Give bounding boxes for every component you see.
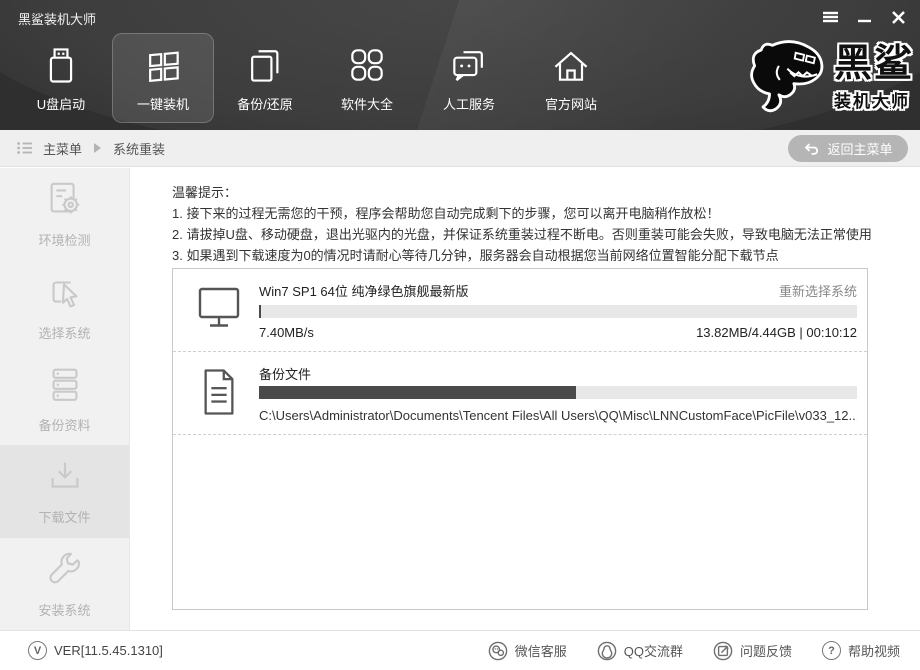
tips-title: 温馨提示： bbox=[172, 182, 872, 203]
system-download-section: Win7 SP1 64位 纯净绿色旗舰最新版 重新选择系统 7.40MB/s 1… bbox=[173, 269, 867, 351]
nav-label: 一键装机 bbox=[137, 94, 189, 113]
sidebar-step-download-files: 下载文件 bbox=[0, 445, 129, 537]
nav-label: 官方网站 bbox=[545, 94, 597, 113]
app-header: 黑鲨装机大师 U盘启动 bbox=[0, 0, 920, 130]
version-info: V VER[11.5.45.1310] bbox=[28, 641, 163, 660]
download-icon bbox=[44, 456, 86, 498]
monitor-icon bbox=[195, 284, 243, 332]
tip-line-1: 1. 接下来的过程无需您的干预，程序会帮助您自动完成剩下的步骤，您可以离开电脑稍… bbox=[172, 203, 872, 224]
download-size-time: 13.82MB/4.44GB | 00:10:12 bbox=[696, 325, 857, 340]
brand-logo-text: 黑鲨 装机大师 bbox=[834, 45, 914, 112]
nav-item-official-website[interactable]: 官方网站 bbox=[520, 33, 622, 123]
version-icon: V bbox=[28, 641, 47, 660]
nav-label: 软件大全 bbox=[341, 94, 393, 113]
sidebar-step-label: 备份资料 bbox=[38, 415, 90, 434]
list-icon bbox=[16, 139, 34, 157]
backup-title: 备份文件 bbox=[259, 364, 311, 383]
tip-line-2: 2. 请拔掉U盘、移动硬盘，退出光驱内的光盘，并保证系统重装过程不断电。否则重装… bbox=[172, 224, 872, 245]
shark-logo-icon bbox=[737, 36, 832, 120]
windows-grid-icon bbox=[141, 43, 185, 87]
sidebar-step-label: 安装系统 bbox=[38, 600, 90, 619]
nav-item-usb-boot[interactable]: U盘启动 bbox=[10, 33, 112, 123]
help-video-link[interactable]: ? 帮助视频 bbox=[822, 641, 900, 661]
sidebar-step-backup-data: 备份资料 bbox=[0, 353, 129, 445]
copy-documents-icon bbox=[243, 43, 287, 87]
window-minimize-button[interactable] bbox=[852, 5, 876, 29]
download-progress-bar bbox=[259, 305, 857, 318]
reselect-system-link[interactable]: 重新选择系统 bbox=[779, 281, 857, 300]
back-to-main-menu-button[interactable]: 返回主菜单 bbox=[788, 135, 908, 162]
feedback-pencil-icon bbox=[713, 641, 733, 661]
wrench-icon bbox=[44, 549, 86, 591]
nav-item-customer-service[interactable]: 人工服务 bbox=[418, 33, 520, 123]
wechat-support-link[interactable]: 微信客服 bbox=[488, 641, 567, 661]
breadcrumb-root[interactable]: 主菜单 bbox=[43, 139, 82, 158]
brand-logo: 黑鲨 装机大师 bbox=[737, 36, 914, 120]
breadcrumb-separator-icon bbox=[94, 143, 101, 153]
window-close-button[interactable] bbox=[886, 5, 910, 29]
sidebar-step-install-system: 安装系统 bbox=[0, 538, 129, 630]
backup-progress-fill bbox=[259, 386, 576, 399]
download-progress-fill bbox=[259, 305, 261, 318]
panel-empty-area bbox=[173, 434, 867, 613]
sidebar-step-label: 选择系统 bbox=[38, 323, 90, 342]
version-text: VER[11.5.45.1310] bbox=[54, 643, 163, 658]
nav-item-backup-restore[interactable]: 备份/还原 bbox=[214, 33, 316, 123]
chat-bubble-icon bbox=[447, 43, 491, 87]
footer-link-label: 帮助视频 bbox=[848, 641, 900, 660]
server-stack-icon bbox=[44, 364, 86, 406]
main-content: 温馨提示： 1. 接下来的过程无需您的干预，程序会帮助您自动完成剩下的步骤，您可… bbox=[130, 168, 920, 630]
footer-link-label: 问题反馈 bbox=[740, 641, 792, 660]
close-icon bbox=[892, 11, 905, 24]
feedback-link[interactable]: 问题反馈 bbox=[713, 641, 792, 661]
environment-check-icon bbox=[44, 179, 86, 221]
nav-label: U盘启动 bbox=[37, 94, 85, 113]
breadcrumb-bar: 主菜单 系统重装 返回主菜单 bbox=[0, 130, 920, 167]
qq-group-link[interactable]: QQ交流群 bbox=[597, 641, 683, 661]
minimize-icon bbox=[858, 11, 871, 23]
sidebar-step-label: 环境检测 bbox=[38, 230, 90, 249]
sidebar-step-select-system: 选择系统 bbox=[0, 260, 129, 352]
back-button-label: 返回主菜单 bbox=[827, 139, 892, 158]
cursor-select-icon bbox=[44, 272, 86, 314]
help-question-icon: ? bbox=[822, 641, 841, 660]
sidebar-step-label: 下载文件 bbox=[38, 507, 90, 526]
download-speed: 7.40MB/s bbox=[259, 325, 314, 340]
backup-file-section: 备份文件 C:\Users\Administrator\Documents\Te… bbox=[173, 351, 867, 434]
tips-block: 温馨提示： 1. 接下来的过程无需您的干预，程序会帮助您自动完成剩下的步骤，您可… bbox=[172, 182, 872, 266]
nav-label: 备份/还原 bbox=[237, 94, 293, 113]
nav-item-one-key-install[interactable]: 一键装机 bbox=[112, 33, 214, 123]
tip-line-3: 3. 如果遇到下载速度为0的情况时请耐心等待几分钟，服务器会自动根据您当前网络位… bbox=[172, 245, 872, 266]
home-icon bbox=[549, 43, 593, 87]
backup-progress-bar bbox=[259, 386, 857, 399]
system-title: Win7 SP1 64位 纯净绿色旗舰最新版 bbox=[259, 281, 469, 300]
backup-file-path: C:\Users\Administrator\Documents\Tencent… bbox=[259, 408, 857, 423]
wechat-icon bbox=[488, 641, 508, 661]
footer-link-label: 微信客服 bbox=[515, 641, 567, 660]
window-controls bbox=[818, 5, 910, 29]
footer-link-label: QQ交流群 bbox=[624, 641, 683, 660]
return-arrow-icon bbox=[803, 141, 819, 157]
window-menu-button[interactable] bbox=[818, 5, 842, 29]
window-title: 黑鲨装机大师 bbox=[18, 9, 96, 28]
usb-drive-icon bbox=[39, 43, 83, 87]
brand-subtitle: 装机大师 bbox=[834, 87, 914, 112]
steps-sidebar: 环境检测 选择系统 备份资料 下载文件 bbox=[0, 168, 130, 630]
footer-links: 微信客服 QQ交流群 问题反馈 ? 帮助视频 bbox=[488, 641, 900, 661]
menu-icon bbox=[823, 11, 838, 23]
brand-name: 黑鲨 bbox=[834, 45, 914, 83]
sidebar-step-env-check: 环境检测 bbox=[0, 168, 129, 260]
status-footer: V VER[11.5.45.1310] 微信客服 QQ交流群 bbox=[0, 630, 920, 670]
app-grid-icon bbox=[345, 43, 389, 87]
qq-penguin-icon bbox=[597, 641, 617, 661]
file-document-icon bbox=[198, 364, 240, 420]
breadcrumb-current: 系统重装 bbox=[113, 139, 165, 158]
download-panel: Win7 SP1 64位 纯净绿色旗舰最新版 重新选择系统 7.40MB/s 1… bbox=[172, 268, 868, 610]
main-nav: U盘启动 一键装机 备份/还原 bbox=[10, 33, 622, 123]
nav-item-software-collection[interactable]: 软件大全 bbox=[316, 33, 418, 123]
nav-label: 人工服务 bbox=[443, 94, 495, 113]
